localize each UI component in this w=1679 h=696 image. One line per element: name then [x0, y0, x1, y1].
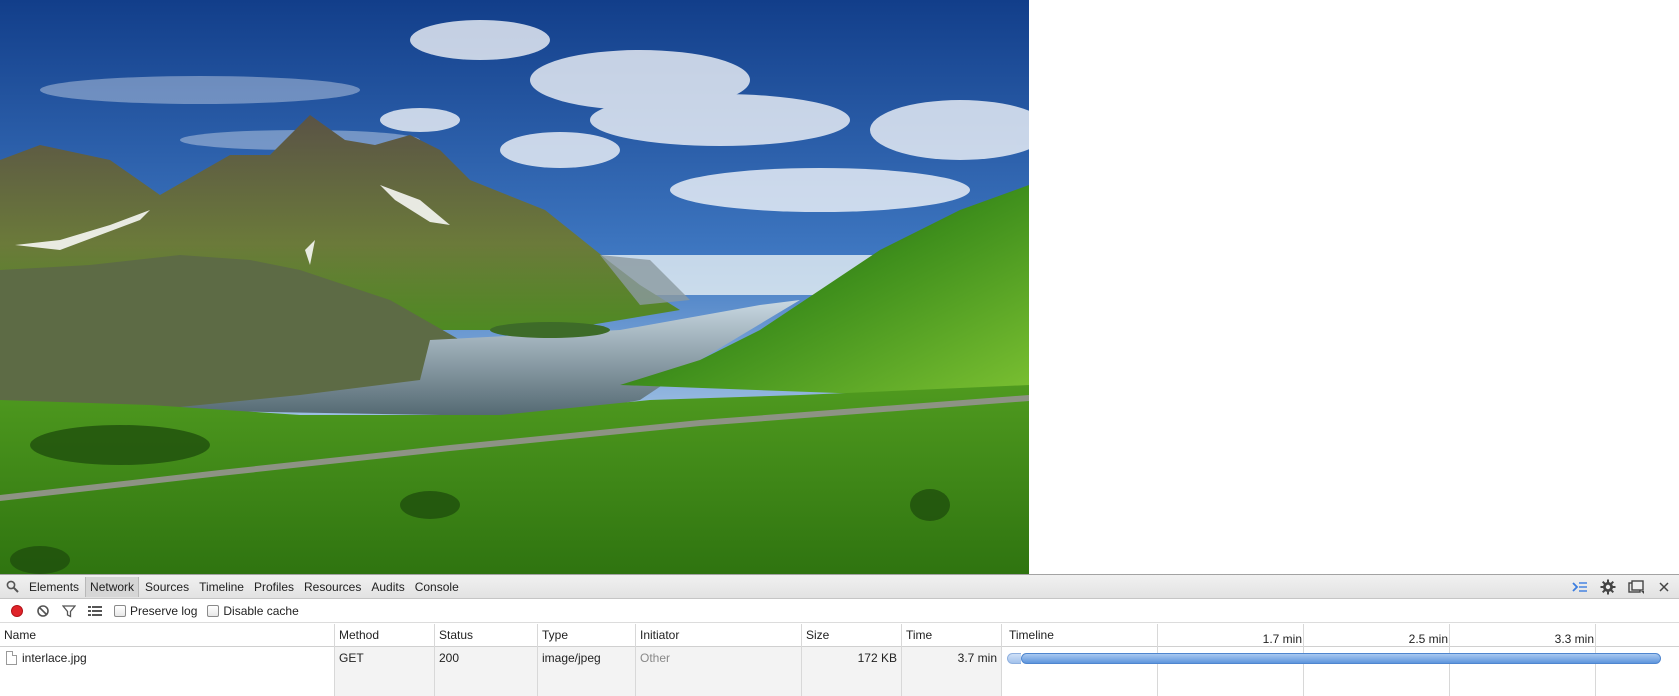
column-header-time[interactable]: Time: [902, 624, 932, 646]
disable-cache-label: Disable cache: [223, 603, 299, 618]
record-icon[interactable]: [4, 600, 30, 622]
network-request-grid: Name Method Status Type Initiator Size T…: [0, 624, 1679, 696]
grid-header: Name Method Status Type Initiator Size T…: [0, 624, 1679, 647]
network-toolbar: Preserve log Disable cache: [0, 599, 1679, 623]
request-name-cell[interactable]: interlace.jpg: [2, 647, 332, 669]
column-header-initiator[interactable]: Initiator: [636, 624, 679, 646]
column-header-timeline[interactable]: Timeline: [1005, 624, 1054, 646]
preserve-log-box[interactable]: [114, 604, 126, 617]
disable-cache-box[interactable]: [207, 604, 220, 617]
console-drawer-icon[interactable]: [1569, 576, 1591, 598]
tab-resources[interactable]: Resources: [300, 577, 365, 597]
tab-sources[interactable]: Sources: [141, 577, 193, 597]
request-time: 3.7 min: [957, 651, 997, 665]
tab-timeline[interactable]: Timeline: [195, 577, 248, 597]
devtools-window-controls: [1569, 575, 1675, 599]
column-header-name[interactable]: Name: [0, 624, 36, 646]
devtools-panel: Elements Network Sources Timeline Profil…: [0, 574, 1679, 696]
tab-audits[interactable]: Audits: [367, 577, 408, 597]
request-method: GET: [339, 651, 364, 665]
column-header-type[interactable]: Type: [538, 624, 568, 646]
search-icon[interactable]: [0, 576, 24, 598]
preserve-log-label: Preserve log: [130, 603, 198, 618]
column-header-status[interactable]: Status: [435, 624, 473, 646]
request-type: image/jpeg: [542, 651, 601, 665]
gear-icon[interactable]: [1597, 576, 1619, 598]
tab-elements[interactable]: Elements: [25, 577, 83, 597]
table-row[interactable]: interlace.jpg GET 200 image/jpeg Other 1…: [0, 647, 1679, 669]
timeline-receiving-bar[interactable]: [1021, 653, 1661, 664]
clear-icon[interactable]: [30, 600, 56, 622]
tab-profiles[interactable]: Profiles: [250, 577, 298, 597]
disable-cache-checkbox[interactable]: Disable cache: [207, 603, 299, 618]
dock-icon[interactable]: [1625, 576, 1647, 598]
landscape-image: [0, 0, 1029, 574]
column-header-method[interactable]: Method: [335, 624, 379, 646]
close-icon[interactable]: [1653, 576, 1675, 598]
request-initiator: Other: [640, 651, 671, 665]
timeline-waiting-bar[interactable]: [1007, 653, 1021, 664]
devtools-tab-bar: Elements Network Sources Timeline Profil…: [0, 575, 1679, 599]
page-viewport: [0, 0, 1679, 574]
filter-icon[interactable]: [56, 600, 82, 622]
tab-network[interactable]: Network: [85, 576, 140, 597]
column-header-size[interactable]: Size: [802, 624, 829, 646]
request-status: 200: [439, 651, 460, 665]
list-view-icon[interactable]: [82, 600, 108, 622]
request-name[interactable]: interlace.jpg: [22, 651, 87, 665]
tab-console[interactable]: Console: [411, 577, 463, 597]
file-icon: [6, 651, 17, 665]
preserve-log-checkbox[interactable]: Preserve log: [114, 604, 197, 618]
request-size: 172 KB: [857, 651, 897, 665]
